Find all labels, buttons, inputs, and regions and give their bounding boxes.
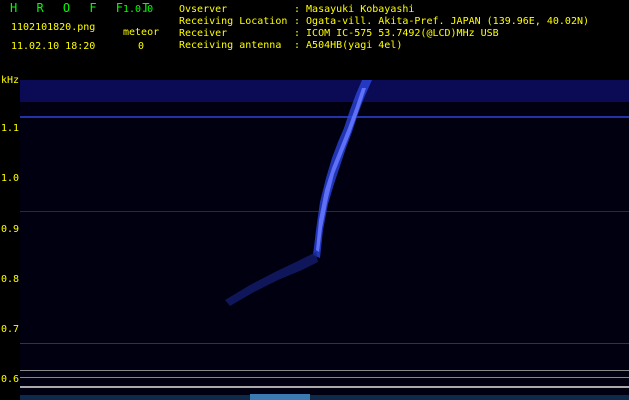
y-tick-label: 1.0 <box>1 173 20 184</box>
info-row-observer: Ovserver : Masayuki Kobayashi <box>179 4 414 15</box>
meteor-label: meteor <box>123 27 160 38</box>
info-row-location: Receiving Location : Ogata-vill. Akita-Pr… <box>179 16 589 27</box>
grid-line <box>20 386 629 388</box>
info-key: Receiving antenna <box>179 40 282 51</box>
noise-band-bottom-bright <box>250 394 310 400</box>
meteor-streak <box>313 80 372 258</box>
y-tick-label: 0.9 <box>1 224 20 235</box>
y-tick-label: 0.8 <box>1 274 20 285</box>
noise-band-top <box>20 80 629 102</box>
spectrogram <box>20 80 629 400</box>
info-key: Receiver <box>179 28 228 39</box>
meteor-count: 0 <box>138 41 145 52</box>
info-key: Receiving Location <box>179 16 288 27</box>
grid-line <box>20 377 629 378</box>
y-tick-label: 0.6 <box>1 374 20 385</box>
info-row-antenna: Receiving antenna : A504HB(yagi 4el) <box>179 40 402 51</box>
info-row-receiver: Receiver : ICOM IC-575 53.7492(@LCD)MHz U… <box>179 28 499 39</box>
noise-band-bottom <box>20 395 629 400</box>
file-name: 1102101820.png <box>11 22 96 33</box>
info-value: : A504HB(yagi 4el) <box>294 40 403 51</box>
grid-line <box>20 343 629 344</box>
date-time: 11.02.10 18:20 <box>11 41 96 52</box>
app-version: 1.0.0 <box>123 4 154 15</box>
info-value: : Masayuki Kobayashi <box>294 4 415 15</box>
meteor-tail <box>225 252 318 306</box>
carrier-line <box>20 116 629 118</box>
y-axis-unit: kHz <box>1 75 20 86</box>
spectrogram-canvas <box>20 80 629 400</box>
y-tick-label: 0.7 <box>1 324 20 335</box>
info-value: : Ogata-vill. Akita-Pref. JAPAN (139.96E… <box>294 16 590 27</box>
grid-line <box>20 370 629 371</box>
info-value: : ICOM IC-575 53.7492(@LCD)MHz USB <box>294 28 499 39</box>
y-tick-label: 1.1 <box>1 123 20 134</box>
info-key: Ovserver <box>179 4 228 15</box>
